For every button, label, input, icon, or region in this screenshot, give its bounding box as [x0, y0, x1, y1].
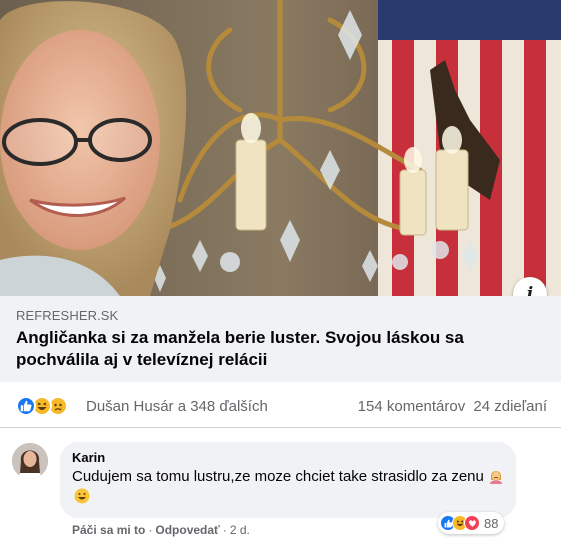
separator-dot: ·: [148, 523, 153, 537]
person-frowning-emoji-icon: [489, 471, 502, 484]
comment-reaction-count: 88: [484, 515, 499, 531]
post-counts: 154 komentárov 24 zdieľaní: [354, 398, 547, 415]
comment-timestamp[interactable]: 2 d.: [230, 523, 250, 537]
link-preview[interactable]: REFRESHER.SK Angličanka si za manžela be…: [0, 296, 561, 382]
like-reaction-icon: [16, 396, 36, 416]
shares-count-link[interactable]: 24 zdieľaní: [473, 398, 547, 415]
reactors-text[interactable]: Dušan Husár a 348 ďalších: [86, 398, 268, 415]
link-domain: REFRESHER.SK: [16, 308, 119, 323]
comment-text: Cudujem sa tomu lustru,ze moze chciet ta…: [72, 468, 484, 485]
comment-reply-link[interactable]: Odpovedať: [155, 523, 219, 537]
comment-text-wrap: Cudujem sa tomu lustru,ze moze chciet ta…: [72, 467, 504, 507]
post-image[interactable]: i: [0, 0, 561, 296]
comment-bubble: Karin Cudujem sa tomu lustru,ze moze chc…: [60, 442, 516, 518]
info-icon: i: [526, 284, 534, 296]
comment-reactions[interactable]: 88: [438, 512, 505, 534]
post-stats-bar: Dušan Husár a 348 ďalších 154 komentárov…: [0, 382, 561, 428]
post-reaction-icons[interactable]: [16, 396, 78, 416]
link-headline[interactable]: Angličanka si za manžela berie luster. S…: [16, 327, 536, 371]
separator-dot: ·: [222, 523, 227, 537]
comment-author[interactable]: Karin: [72, 450, 504, 466]
chandelier-photo: [0, 0, 561, 296]
love-reaction-icon: [464, 515, 480, 531]
comment-actions: Páči sa mi to · Odpovedať · 2 d.: [72, 523, 250, 537]
commenter-avatar[interactable]: [12, 443, 48, 479]
comments-count-link[interactable]: 154 komentárov: [358, 398, 466, 415]
grinning-emoji-icon: [74, 488, 90, 504]
comment-like-link[interactable]: Páči sa mi to: [72, 523, 145, 537]
